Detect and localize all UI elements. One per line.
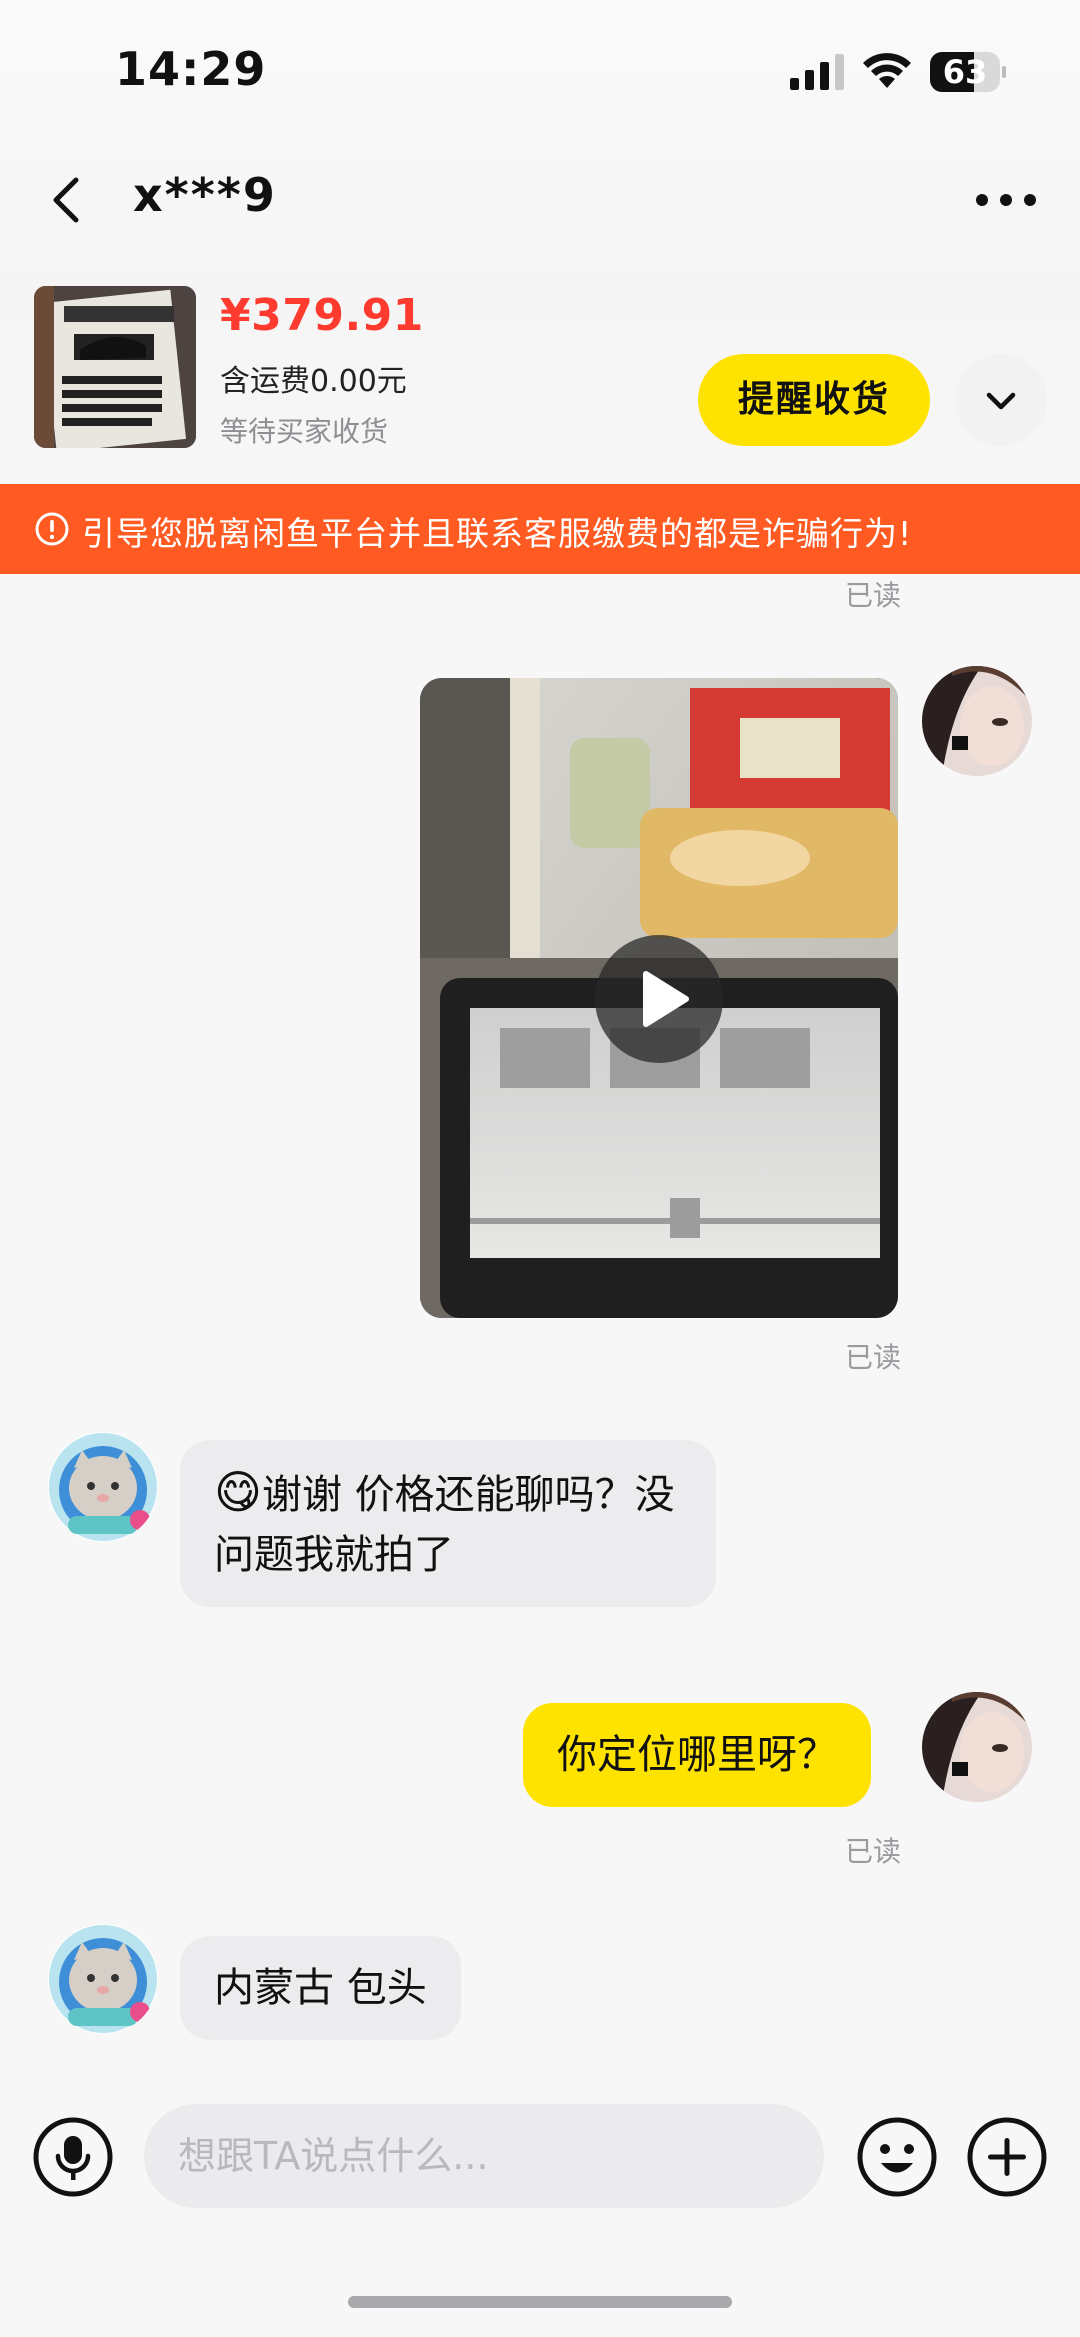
video-message[interactable]: [420, 678, 898, 1318]
chat-screen: 14:29 63 x***9 ¥379.91 含运费0.00元 等待买家收货 提…: [0, 0, 1080, 2337]
emoji-icon[interactable]: [856, 2116, 938, 2198]
peer-avatar[interactable]: [48, 1432, 158, 1542]
status-bar: 14:29 63: [0, 0, 1080, 140]
avatar: [922, 666, 1032, 776]
read-receipt: 已读: [845, 579, 902, 612]
fraud-warning-banner: 引导您脱离闲鱼平台并且联系客服缴费的都是诈骗行为!: [0, 484, 1080, 574]
peer-name: x***9: [133, 168, 277, 222]
battery-percent: 63: [942, 53, 988, 91]
emoji-icon: 😋: [214, 1465, 262, 1519]
cellular-signal-icon: [790, 54, 844, 90]
read-receipt: 已读: [845, 1341, 902, 1374]
input-bar: [0, 2064, 1080, 2337]
battery-indicator: 63: [930, 52, 1006, 92]
microphone-icon[interactable]: [32, 2116, 114, 2198]
top-area: 14:29 63 x***9 ¥379.91 含运费0.00元 等待买家收货 提…: [0, 0, 1080, 484]
shipping-fee: 含运费0.00元: [220, 364, 407, 399]
avatar: [922, 1692, 1032, 1802]
battery-cap: [1002, 66, 1006, 78]
my-avatar[interactable]: [922, 1692, 1032, 1802]
message-bubble-theirs[interactable]: 内蒙古 包头: [180, 1936, 461, 2040]
message-bubble-mine[interactable]: 你定位哪里呀？: [523, 1703, 871, 1807]
my-avatar[interactable]: [922, 666, 1032, 776]
chevron-down-icon: [986, 392, 1016, 410]
product-price: ¥379.91: [220, 290, 424, 341]
play-icon[interactable]: [594, 934, 724, 1064]
warning-text: 引导您脱离闲鱼平台并且联系客服缴费的都是诈骗行为!: [82, 514, 913, 553]
more-dots-icon[interactable]: [966, 170, 1046, 230]
avatar: [48, 1432, 158, 1542]
message-list[interactable]: 已读 已读 😋谢谢 价格还能聊吗？没问题我就拍了 你定位哪里呀？ 已读 内蒙古 …: [0, 574, 1080, 2064]
avatar: [48, 1924, 158, 2034]
peer-avatar[interactable]: [48, 1924, 158, 2034]
chevron-left-icon[interactable]: [40, 160, 100, 240]
message-bubble-theirs[interactable]: 😋谢谢 价格还能聊吗？没问题我就拍了: [180, 1440, 716, 1607]
wifi-icon: [863, 53, 911, 88]
battery-shell: 63: [930, 52, 1000, 92]
home-indicator: [348, 2296, 732, 2308]
status-time: 14:29: [115, 42, 267, 96]
remind-receipt-button[interactable]: 提醒收货: [698, 354, 930, 446]
nav-bar: x***9: [0, 150, 1080, 250]
expand-button[interactable]: [955, 354, 1047, 446]
product-thumbnail[interactable]: [34, 286, 196, 448]
read-receipt: 已读: [845, 1835, 902, 1868]
alert-circle-icon: [35, 512, 69, 546]
message-text: 谢谢 价格还能聊吗？没问题我就拍了: [214, 1472, 675, 1578]
product-card[interactable]: ¥379.91 含运费0.00元 等待买家收货 提醒收货: [0, 280, 1080, 450]
message-input[interactable]: [144, 2104, 824, 2208]
order-status: 等待买家收货: [220, 415, 389, 448]
plus-circle-icon[interactable]: [966, 2116, 1048, 2198]
